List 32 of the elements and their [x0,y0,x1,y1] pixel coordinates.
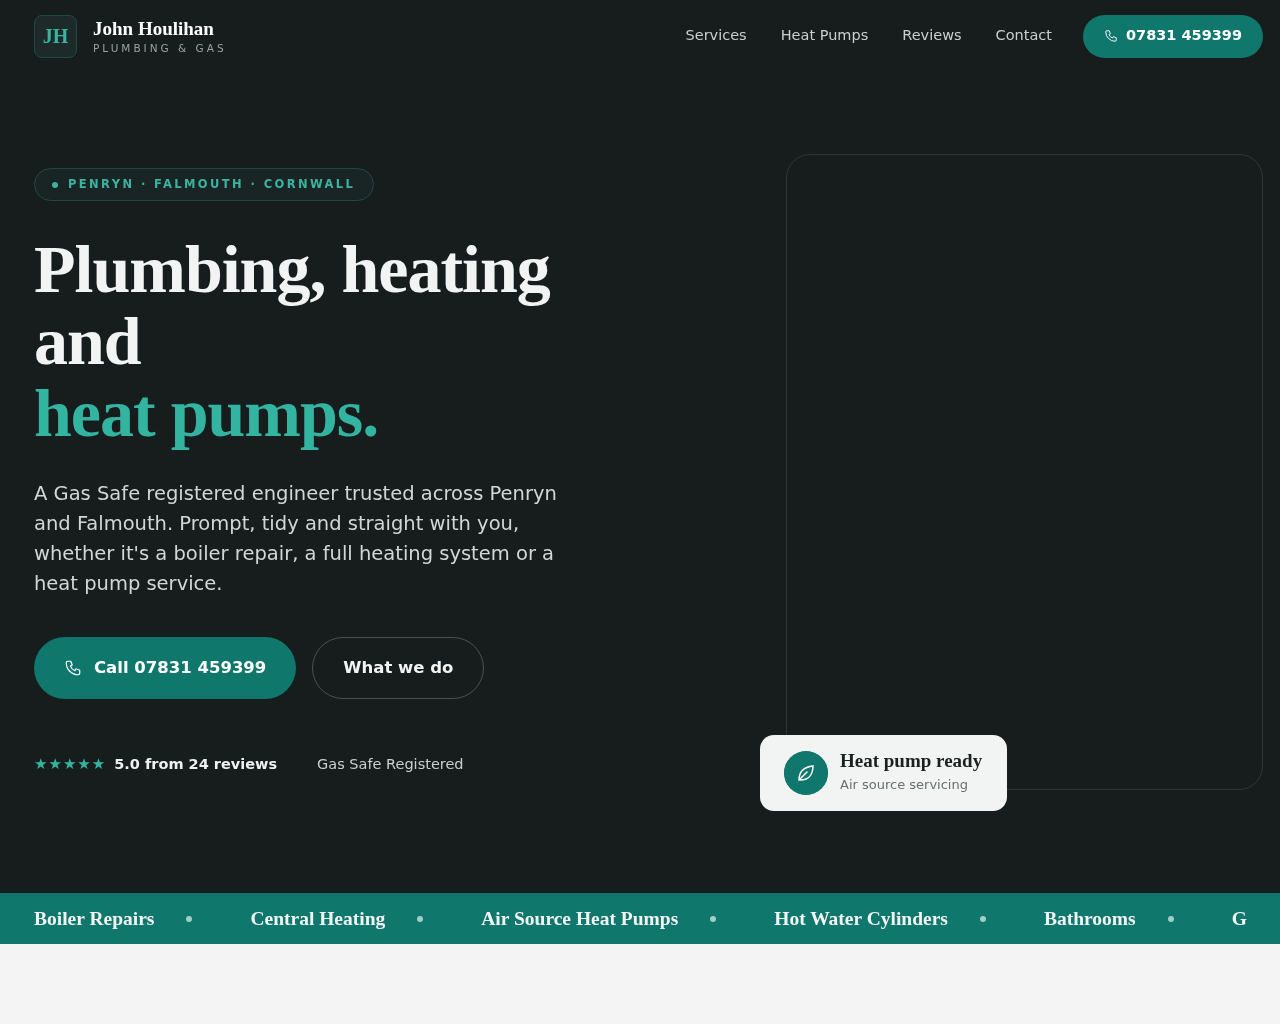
separator-dot [417,915,424,922]
service-item: Bathrooms [1043,906,1136,931]
nav-link[interactable]: Reviews [902,25,962,47]
nav-link[interactable]: Heat Pumps [780,25,869,47]
separator-dot [1167,915,1174,922]
phone-icon [64,659,82,678]
separator-dot [186,915,193,922]
location-pill: PENRYN · FALMOUTH · CORNWALL [34,168,375,202]
separator-dot [710,915,717,922]
phone-button[interactable]: 07831 459399 [1082,14,1263,58]
service-item: Boiler Repairs [34,906,155,931]
card-subtitle: Air source servicing [840,776,969,795]
rating-text: 5.0 from 24 reviews [114,754,278,774]
brand-tagline: PLUMBING & GAS [93,42,227,54]
leaf-icon [784,751,828,795]
hero-headline: Plumbing, heating and heat pumps. [34,233,551,450]
logo-monogram[interactable]: JH [34,14,77,58]
nav-link[interactable]: Services [685,25,747,47]
nav-link[interactable]: Contact [995,25,1052,47]
service-item: Central Heating [250,906,386,931]
intro-text: A Gas Safe registered engineer trusted across Penryn and Falmouth. Prompt, tidy and straight with you, whether it's a boiler repair, a full heating system or a heat pump service. [34,481,558,598]
credential-text: Gas Safe Registered [317,754,464,774]
star-rating: ★★★★★ [34,754,107,776]
card-title: Heat pump ready [840,751,983,773]
call-button[interactable]: Call 07831 459399 [34,637,297,700]
separator-dot [979,915,986,922]
service-item: Hot Water Cylinders [774,906,948,931]
brand-name: John Houlihan [93,18,215,38]
dot-icon [52,181,58,188]
phone-icon [1103,29,1118,43]
service-item: G [1231,906,1247,931]
service-item: Air Source Heat Pumps [481,906,679,931]
